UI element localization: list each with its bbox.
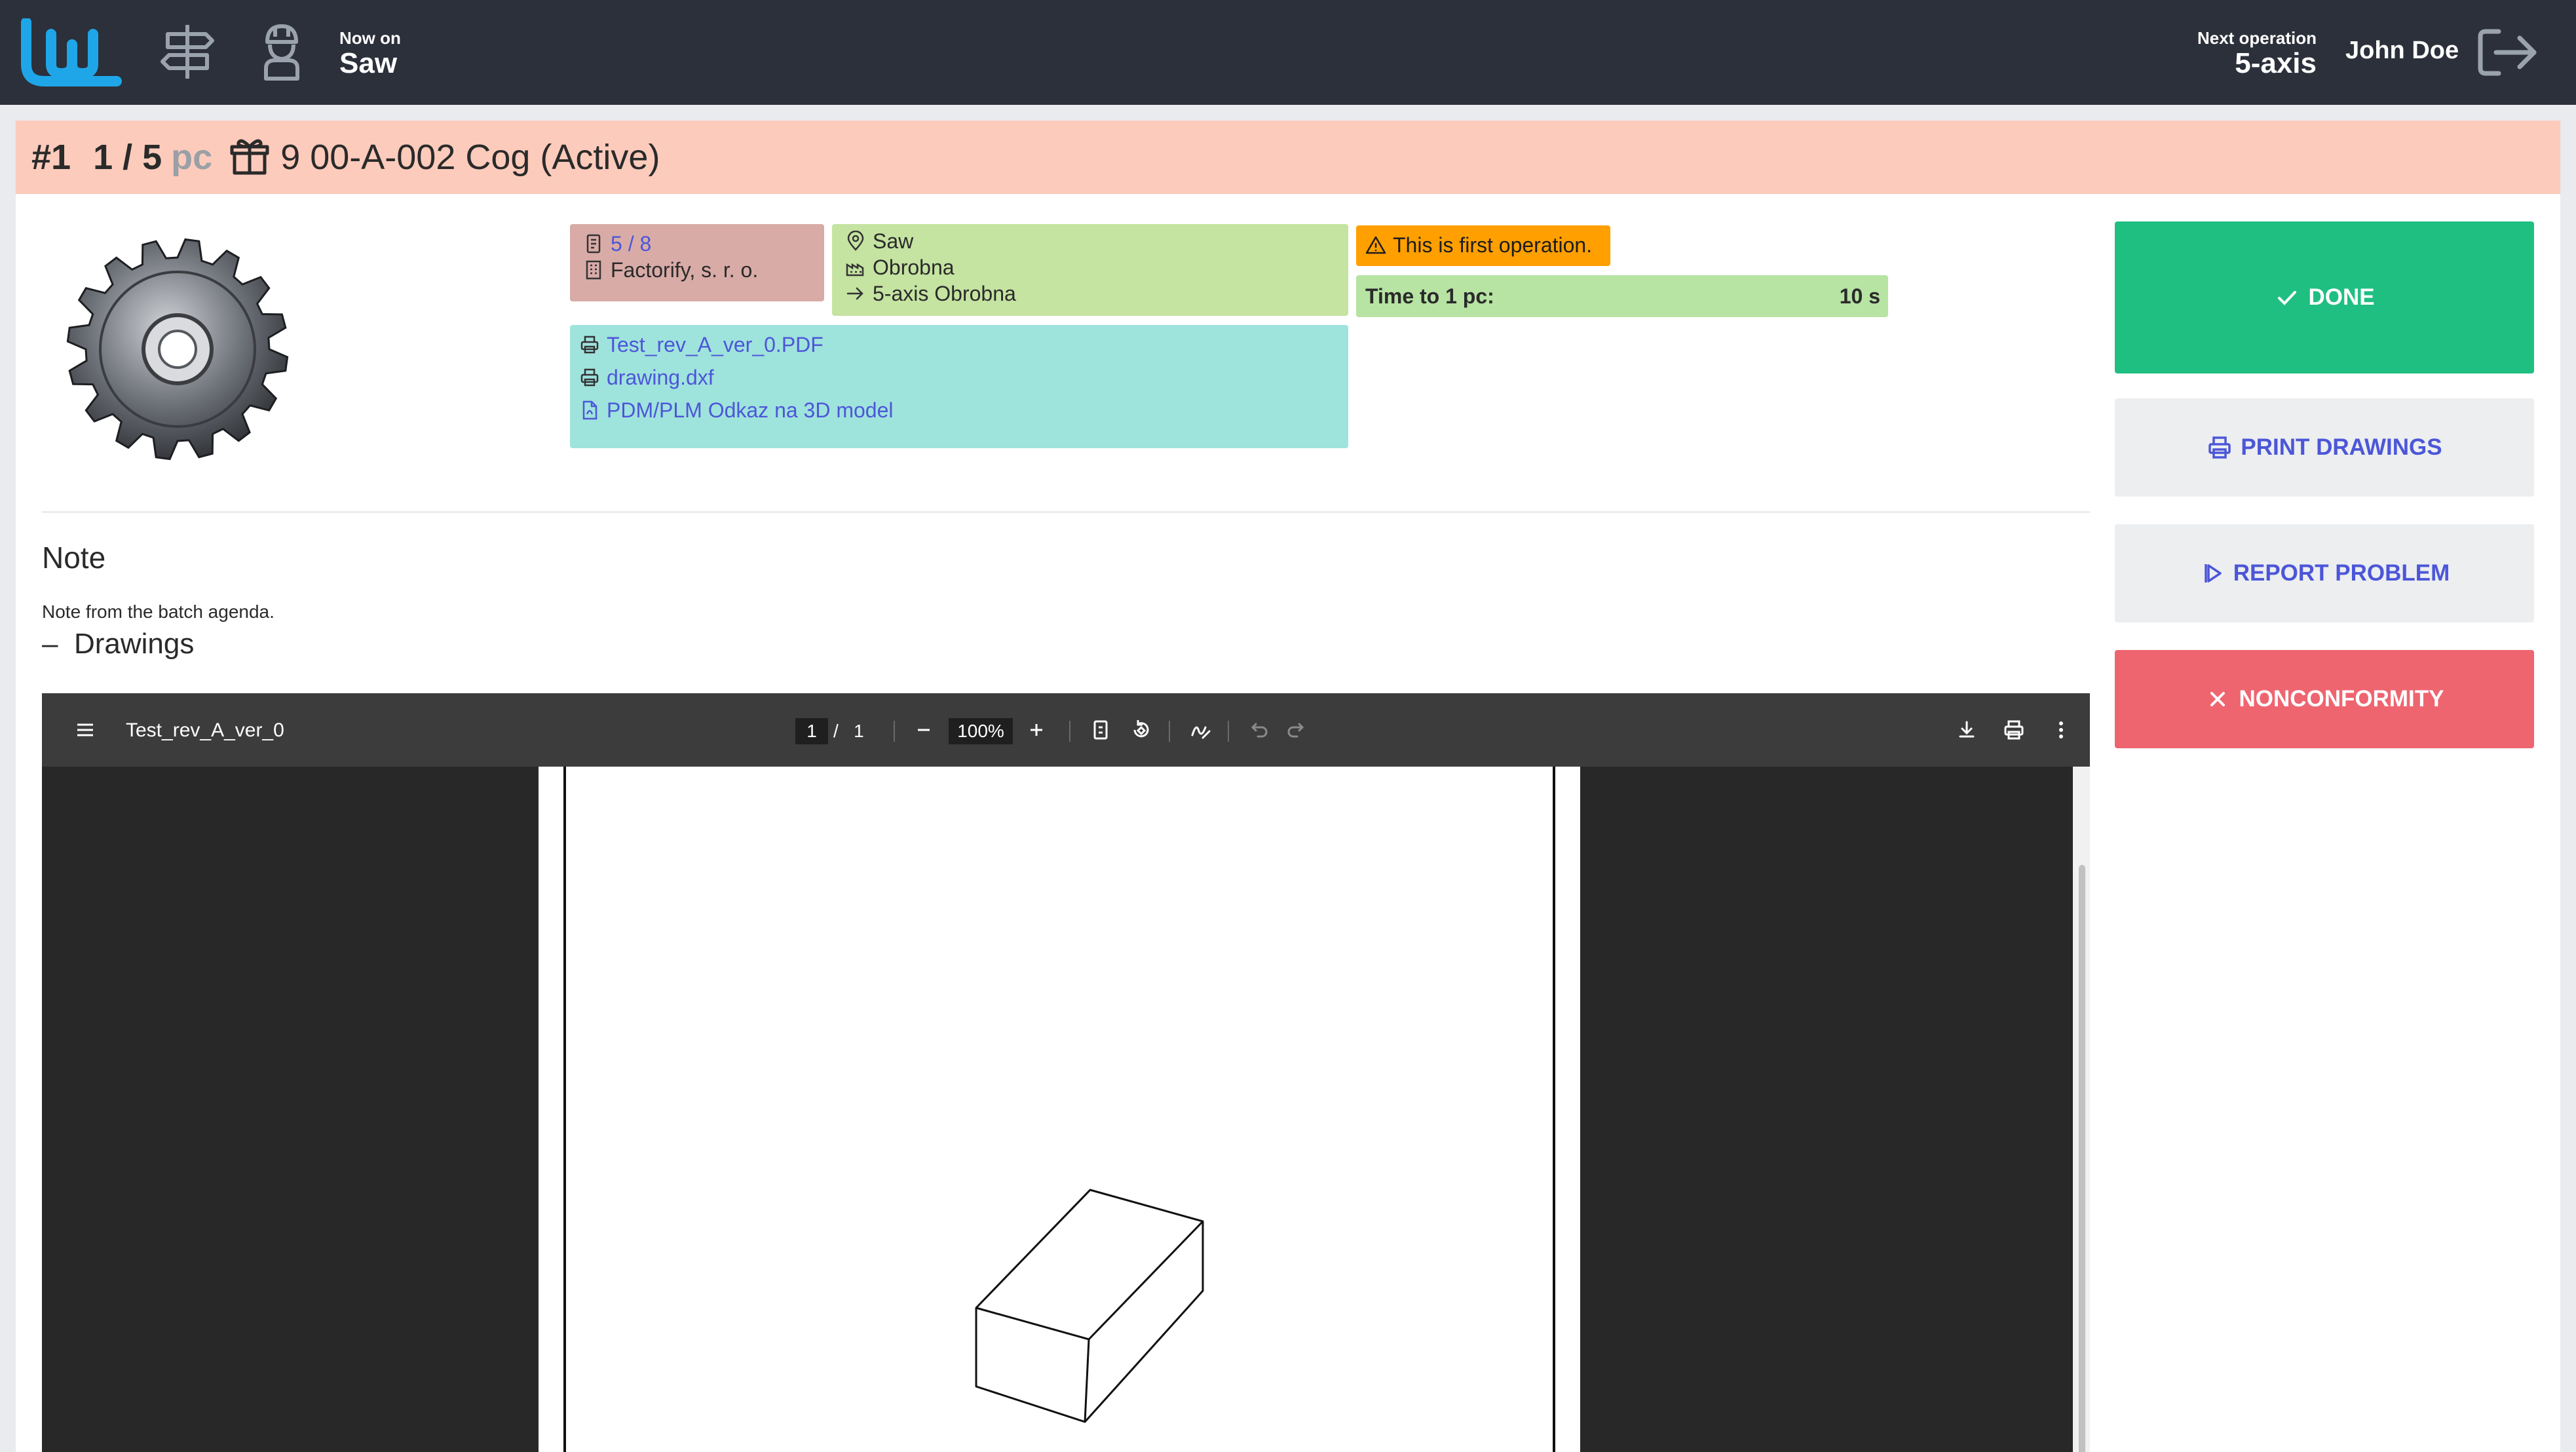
download-icon[interactable] [1952, 716, 1981, 744]
job-header: #1 1 / 5 pc 9 00-A-002 Cog (Active) [16, 121, 2560, 194]
zoom-out-icon[interactable] [909, 716, 938, 744]
company-icon [586, 260, 601, 280]
signpost-icon[interactable] [155, 18, 220, 84]
done-button[interactable]: DONE [2115, 221, 2534, 373]
toolbar-divider [1228, 721, 1229, 742]
page-number-input[interactable]: 1 [795, 718, 828, 744]
nonconformity-button[interactable]: NONCONFORMITY [2115, 650, 2534, 748]
print-drawings-button[interactable]: PRINT DRAWINGS [2115, 398, 2534, 497]
pdf-toolbar: Test_rev_A_ver_0 1 / 1 100% [42, 693, 2090, 767]
more-options-icon[interactable] [2047, 716, 2075, 744]
time-label: Time to 1 pc: [1365, 284, 1494, 308]
first-operation-warning: This is first operation. [1356, 225, 1610, 266]
operation-panel: #1 1 / 5 pc 9 00-A-002 Cog (Active) 5 / … [16, 121, 2560, 1452]
order-card: 5 / 8 Factorify, s. r. o. [570, 224, 824, 301]
report-problem-button[interactable]: REPORT PROBLEM [2115, 524, 2534, 622]
toolbar-divider [894, 721, 895, 742]
report-problem-label: REPORT PROBLEM [2233, 560, 2450, 586]
next-operation-label: Next operation [2197, 28, 2317, 48]
pdf-scrollbar[interactable] [2073, 767, 2090, 1452]
redo-icon[interactable] [1283, 716, 1312, 744]
file-icon [582, 400, 597, 420]
order-icon [586, 234, 601, 254]
check-icon [2278, 291, 2297, 305]
nonconformity-label: NONCONFORMITY [2239, 686, 2444, 712]
toolbar-divider [1069, 721, 1070, 742]
annotate-icon[interactable] [1186, 716, 1215, 744]
top-bar: Now on Saw Next operation 5-axis John Do… [0, 0, 2576, 105]
company-name: Factorify, s. r. o. [611, 258, 759, 282]
pdf-page [539, 767, 1580, 1452]
pdf-file-title: Test_rev_A_ver_0 [126, 719, 284, 741]
job-quantity: 1 / 5 [93, 138, 162, 177]
divider [42, 511, 2090, 513]
done-label: DONE [2308, 284, 2375, 310]
pdf-viewer: Test_rev_A_ver_0 1 / 1 100% [42, 693, 2090, 1452]
drawings-label[interactable]: Drawings [74, 628, 194, 660]
worker-icon[interactable] [249, 18, 314, 84]
print-drawings-label: PRINT DRAWINGS [2241, 434, 2442, 460]
document-item[interactable]: drawing.dxf [579, 364, 1348, 391]
logout-icon[interactable] [2476, 28, 2539, 77]
printer-icon [580, 335, 599, 354]
time-per-piece: Time to 1 pc: 10 s [1356, 275, 1888, 317]
next-operation-value: 5-axis [2235, 47, 2317, 79]
document-item[interactable]: Test_rev_A_ver_0.PDF [579, 332, 1348, 358]
now-on-label: Now on [339, 28, 401, 48]
box-drawing [975, 1189, 1204, 1423]
note-text: Note from the batch agenda. [42, 602, 275, 622]
workplace-card: Saw Obrobna 5-axis Obrobna [832, 224, 1348, 316]
order-progress[interactable]: 5 / 8 [611, 231, 651, 257]
workplace-name: Saw [873, 229, 914, 253]
part-title: 9 00-A-002 Cog (Active) [280, 138, 660, 177]
gear-image [66, 238, 289, 461]
documents-card: Test_rev_A_ver_0.PDF drawing.dxf PDM/PLM… [570, 325, 1348, 448]
arrow-right-icon [846, 287, 863, 300]
user-name[interactable]: John Doe [2345, 37, 2459, 65]
printer-icon [580, 368, 599, 387]
toolbar-divider [1169, 721, 1170, 742]
next-operation: Next operation 5-axis [2197, 28, 2317, 79]
document-link[interactable]: PDM/PLM Odkaz na 3D model [607, 397, 894, 423]
document-link[interactable]: drawing.dxf [607, 364, 714, 391]
scrollbar-thumb[interactable] [2079, 865, 2085, 1452]
note-title: Note [42, 541, 106, 575]
box-icon [230, 139, 269, 175]
now-on-value: Saw [339, 47, 398, 79]
current-operation: Now on Saw [339, 28, 401, 79]
location-pin-icon [847, 231, 864, 251]
printer-icon [2208, 436, 2231, 459]
rotate-icon[interactable] [1127, 716, 1156, 744]
next-workplace: 5-axis [873, 282, 929, 305]
fit-page-icon[interactable] [1086, 716, 1115, 744]
time-value: 10 s [1839, 284, 1880, 308]
document-item[interactable]: PDM/PLM Odkaz na 3D model [579, 397, 1348, 423]
zoom-level-input[interactable]: 100% [949, 718, 1013, 744]
print-icon[interactable] [1999, 716, 2028, 744]
document-link[interactable]: Test_rev_A_ver_0.PDF [607, 332, 824, 358]
warning-icon [1365, 236, 1386, 254]
factory-icon [846, 263, 864, 277]
zoom-in-icon[interactable] [1022, 716, 1051, 744]
page-total: / 1 [833, 721, 864, 741]
drawing-sheet [563, 767, 1555, 1452]
collapse-icon[interactable]: – [42, 628, 58, 660]
skip-icon [2204, 564, 2222, 583]
next-department: Obrobna [934, 282, 1016, 305]
menu-icon[interactable] [71, 716, 100, 744]
quantity-unit: pc [171, 138, 213, 177]
drawings-toggle[interactable]: – Drawings [42, 628, 194, 660]
department-name: Obrobna [873, 256, 955, 279]
logo-icon[interactable] [18, 18, 123, 88]
close-icon [2210, 692, 2226, 706]
undo-icon[interactable] [1243, 716, 1272, 744]
warning-text: This is first operation. [1393, 233, 1593, 257]
job-number: #1 [31, 138, 71, 177]
